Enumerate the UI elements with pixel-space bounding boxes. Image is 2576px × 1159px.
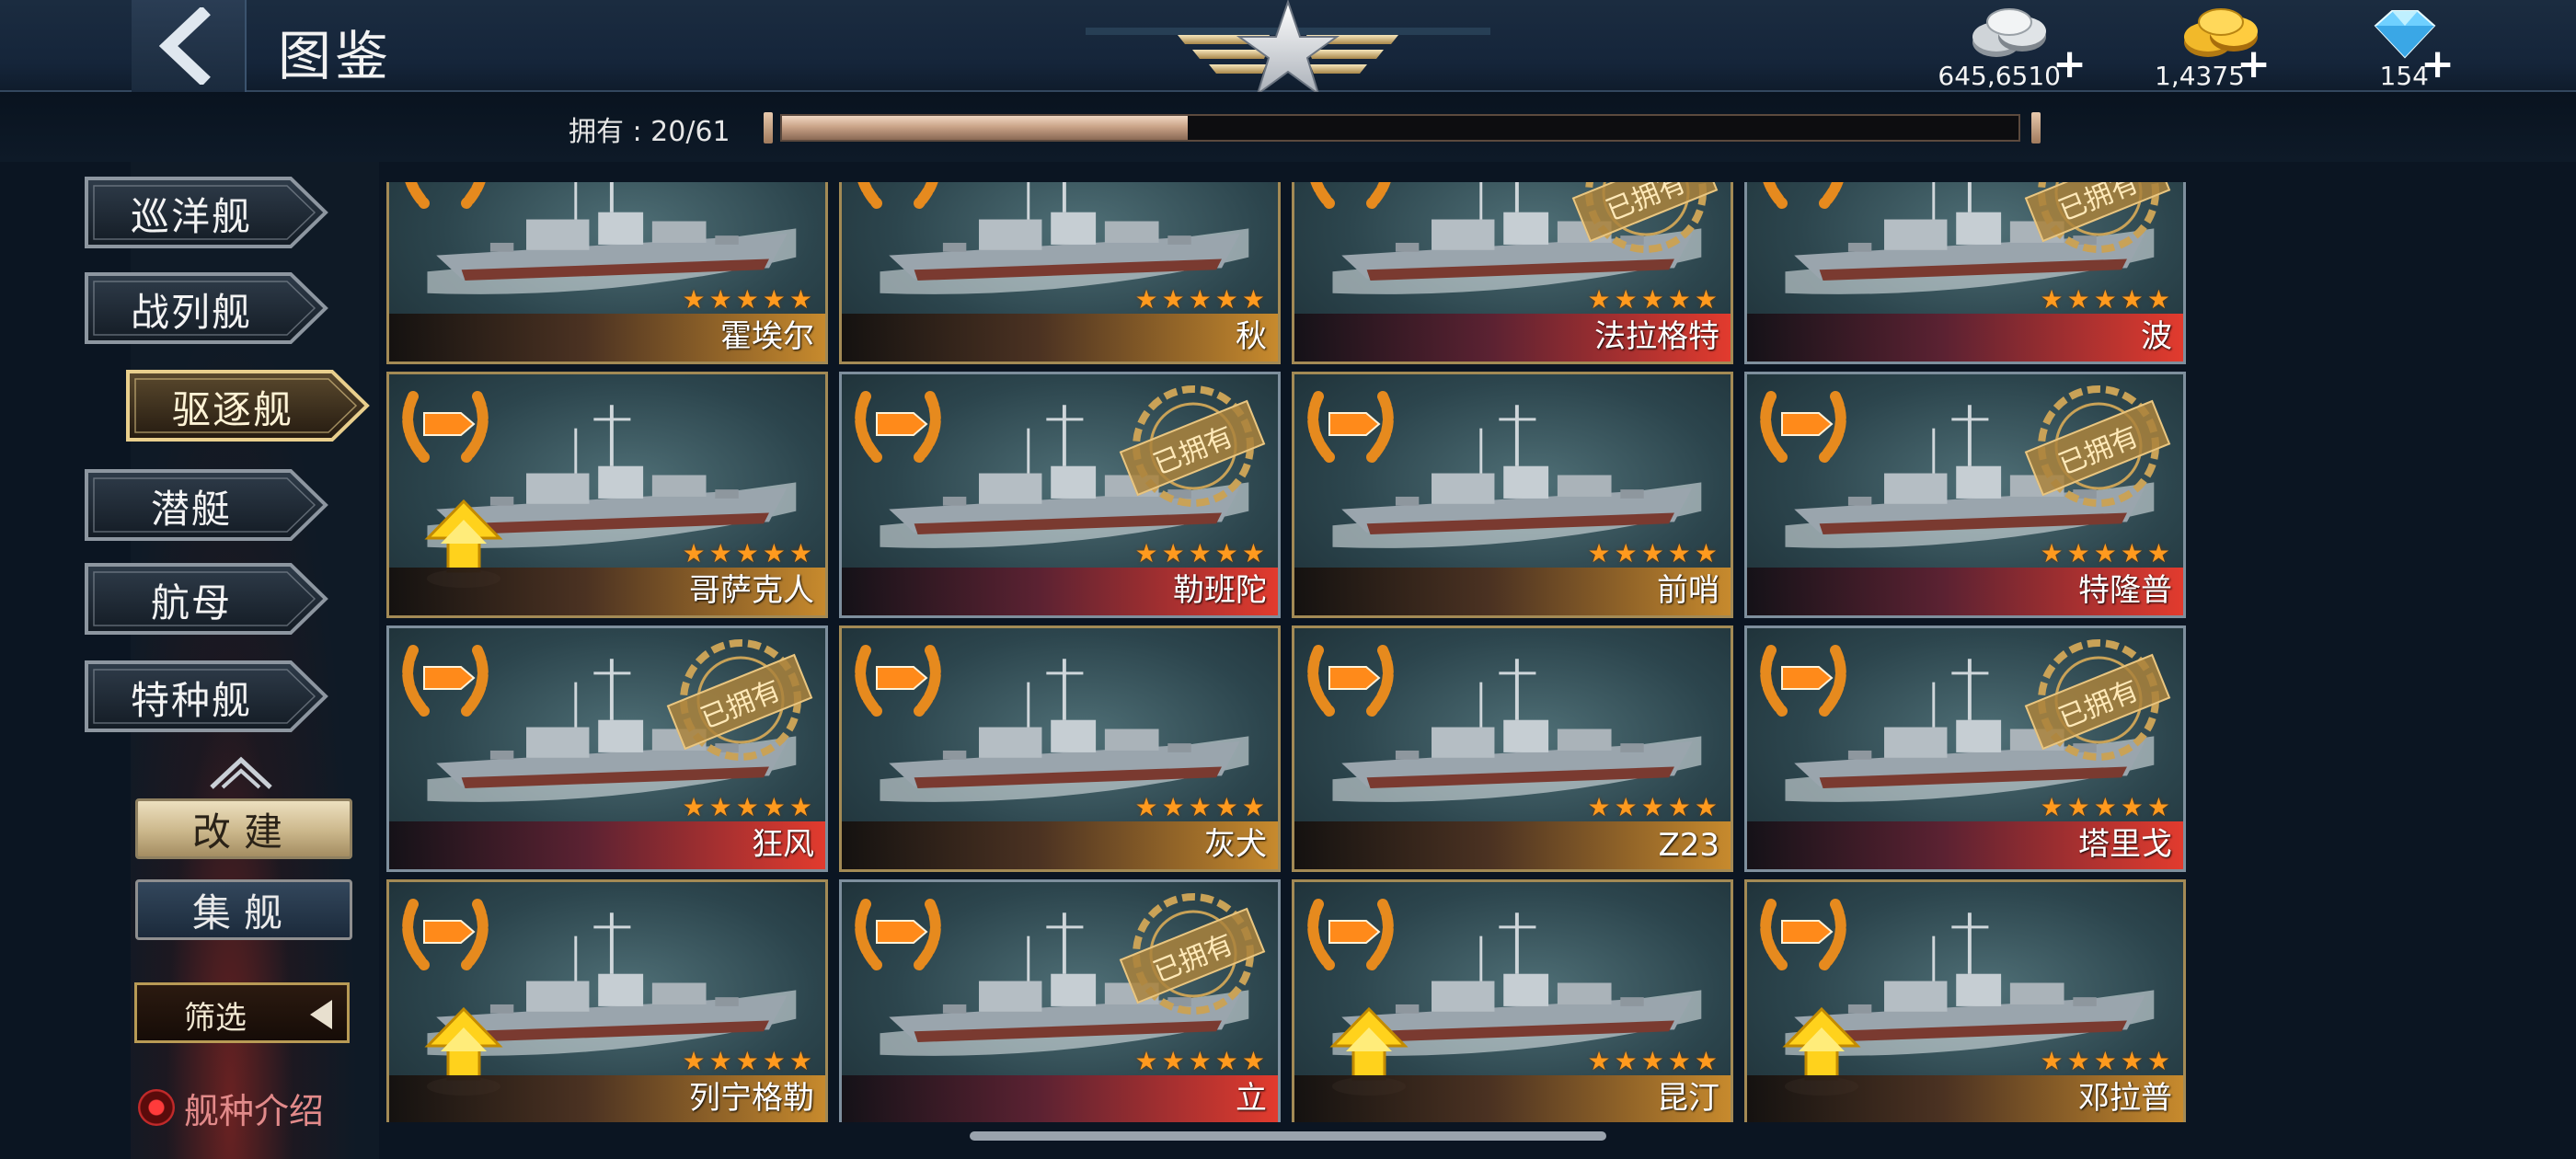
ship-card[interactable]: 已拥有★★★★★波 bbox=[1744, 182, 2186, 364]
ship-card[interactable]: ★★★★★霍埃尔 bbox=[386, 182, 828, 364]
ship-grid[interactable]: ★★★★★霍埃尔★★★★★秋已拥有★★★★★法拉格特已拥有★★★★★波★★★★★… bbox=[386, 182, 2190, 1122]
ship-card[interactable]: ★★★★★昆汀 bbox=[1292, 879, 1733, 1122]
filter-button[interactable]: 筛选 bbox=[134, 982, 350, 1043]
ship-name: 哥萨克人 bbox=[689, 565, 814, 610]
ship-card[interactable]: ★★★★★列宁格勒 bbox=[386, 879, 828, 1122]
ship-card[interactable]: ★★★★★邓拉普 bbox=[1744, 879, 2186, 1122]
ship-name: 特隆普 bbox=[2078, 565, 2172, 610]
ship-name: 立 bbox=[1236, 1073, 1267, 1118]
ship-name: 塔里戈 bbox=[2078, 819, 2172, 864]
category-tab-2[interactable]: 驱逐舰 bbox=[124, 366, 373, 445]
ship-name: 列宁格勒 bbox=[689, 1073, 814, 1118]
add-gem-button[interactable]: + bbox=[2421, 44, 2455, 85]
laurel-badge-icon bbox=[1754, 378, 1852, 466]
laurel-badge-icon bbox=[397, 378, 494, 466]
rebuild-button[interactable]: 改建 bbox=[135, 798, 352, 859]
laurel-badge-icon bbox=[849, 632, 947, 720]
ship-name: 狂风 bbox=[752, 819, 814, 864]
star-rating: ★★★★★ bbox=[1587, 792, 1721, 822]
ship-name: 昆汀 bbox=[1657, 1073, 1719, 1118]
ship-card[interactable]: ★★★★★灰犬 bbox=[839, 625, 1281, 872]
ship-name: 邓拉普 bbox=[2078, 1073, 2172, 1118]
ship-type-intro-link[interactable]: 舰种介绍 bbox=[138, 1080, 324, 1135]
category-tab-4[interactable]: 航母 bbox=[83, 559, 331, 638]
laurel-badge-icon bbox=[1754, 182, 1852, 212]
progress-bar-cap-left bbox=[764, 112, 773, 143]
add-gold-button[interactable]: + bbox=[2237, 44, 2271, 85]
category-tab-1[interactable]: 战列舰 bbox=[83, 269, 331, 348]
silver-coins-icon bbox=[1969, 6, 2052, 63]
scroll-up-arrow-icon[interactable] bbox=[204, 751, 278, 791]
rank-emblem-icon bbox=[1086, 0, 1490, 101]
ship-card[interactable]: 已拥有★★★★★塔里戈 bbox=[1744, 625, 2186, 872]
add-silver-button[interactable]: + bbox=[2053, 44, 2087, 85]
filter-label: 筛选 bbox=[137, 993, 293, 1038]
ship-name-bar bbox=[842, 1075, 1278, 1122]
laurel-badge-icon bbox=[397, 182, 494, 212]
ship-name: Z23 bbox=[1658, 827, 1719, 864]
category-tab-label: 战列舰 bbox=[83, 281, 300, 338]
laurel-badge-icon bbox=[1302, 886, 1399, 974]
category-sidebar: 巡洋舰战列舰驱逐舰潜艇航母特种舰 改建 集舰 筛选 舰种介绍 bbox=[74, 162, 377, 1159]
ship-name: 灰犬 bbox=[1204, 819, 1267, 864]
ship-name-bar bbox=[842, 314, 1278, 361]
record-dot-icon bbox=[138, 1089, 175, 1126]
filter-arrow-icon bbox=[306, 998, 336, 1031]
ship-name: 法拉格特 bbox=[1594, 311, 1719, 356]
gem-value: 154 bbox=[2328, 61, 2429, 91]
fleet-button[interactable]: 集舰 bbox=[135, 879, 352, 940]
gem-currency[interactable]: 154 + bbox=[2328, 6, 2447, 88]
home-indicator[interactable] bbox=[970, 1131, 1606, 1141]
laurel-badge-icon bbox=[1302, 632, 1399, 720]
laurel-badge-icon bbox=[397, 886, 494, 974]
top-bar: 图鉴 645,6510 bbox=[0, 0, 2576, 92]
laurel-badge-icon bbox=[849, 886, 947, 974]
category-tab-label: 驱逐舰 bbox=[124, 379, 341, 435]
ship-name: 勒班陀 bbox=[1173, 565, 1267, 610]
laurel-badge-icon bbox=[397, 632, 494, 720]
ship-card[interactable]: ★★★★★哥萨克人 bbox=[386, 372, 828, 618]
ship-card[interactable]: ★★★★★ Z23 bbox=[1292, 625, 1733, 872]
laurel-badge-icon bbox=[1302, 182, 1399, 212]
laurel-badge-icon bbox=[1302, 378, 1399, 466]
ship-card[interactable]: 已拥有★★★★★立 bbox=[839, 879, 1281, 1122]
ship-card[interactable]: ★★★★★前哨 bbox=[1292, 372, 1733, 618]
ship-name-bar bbox=[1747, 314, 2183, 361]
page-title: 图鉴 bbox=[278, 13, 392, 90]
category-tab-label: 巡洋舰 bbox=[83, 186, 300, 242]
progress-bar-fill bbox=[782, 116, 1188, 140]
ship-name: 秋 bbox=[1236, 311, 1267, 356]
gold-currency[interactable]: 1,4375 + bbox=[2144, 6, 2263, 88]
owned-count-label: 拥有 : 20/61 bbox=[569, 109, 730, 149]
category-tab-label: 潜艇 bbox=[83, 478, 300, 534]
back-arrow-icon bbox=[150, 7, 227, 85]
category-tab-5[interactable]: 特种舰 bbox=[83, 657, 331, 736]
category-tab-label: 特种舰 bbox=[83, 670, 300, 726]
laurel-badge-icon bbox=[1754, 886, 1852, 974]
ship-type-intro-label: 舰种介绍 bbox=[184, 1083, 324, 1133]
category-tab-0[interactable]: 巡洋舰 bbox=[83, 173, 331, 252]
ship-card[interactable]: ★★★★★秋 bbox=[839, 182, 1281, 364]
ship-card[interactable]: 已拥有★★★★★法拉格特 bbox=[1292, 182, 1733, 364]
ship-name: 前哨 bbox=[1657, 565, 1719, 610]
laurel-badge-icon bbox=[849, 378, 947, 466]
ship-card[interactable]: 已拥有★★★★★勒班陀 bbox=[839, 372, 1281, 618]
laurel-badge-icon bbox=[849, 182, 947, 212]
collection-progress: 拥有 : 20/61 bbox=[0, 92, 2576, 162]
silver-value: 645,6510 bbox=[1932, 61, 2061, 91]
back-button[interactable] bbox=[132, 0, 247, 92]
laurel-badge-icon bbox=[1754, 632, 1852, 720]
gold-value: 1,4375 bbox=[2144, 61, 2245, 91]
ship-name: 霍埃尔 bbox=[720, 311, 814, 356]
ship-card[interactable]: 已拥有★★★★★特隆普 bbox=[1744, 372, 2186, 618]
ship-card[interactable]: 已拥有★★★★★狂风 bbox=[386, 625, 828, 872]
progress-bar bbox=[780, 114, 2020, 142]
silver-currency[interactable]: 645,6510 + bbox=[1932, 6, 2079, 88]
category-tab-3[interactable]: 潜艇 bbox=[83, 465, 331, 545]
progress-bar-cap-right bbox=[2031, 112, 2041, 143]
category-tab-label: 航母 bbox=[83, 572, 300, 628]
ship-name: 波 bbox=[2141, 311, 2172, 356]
